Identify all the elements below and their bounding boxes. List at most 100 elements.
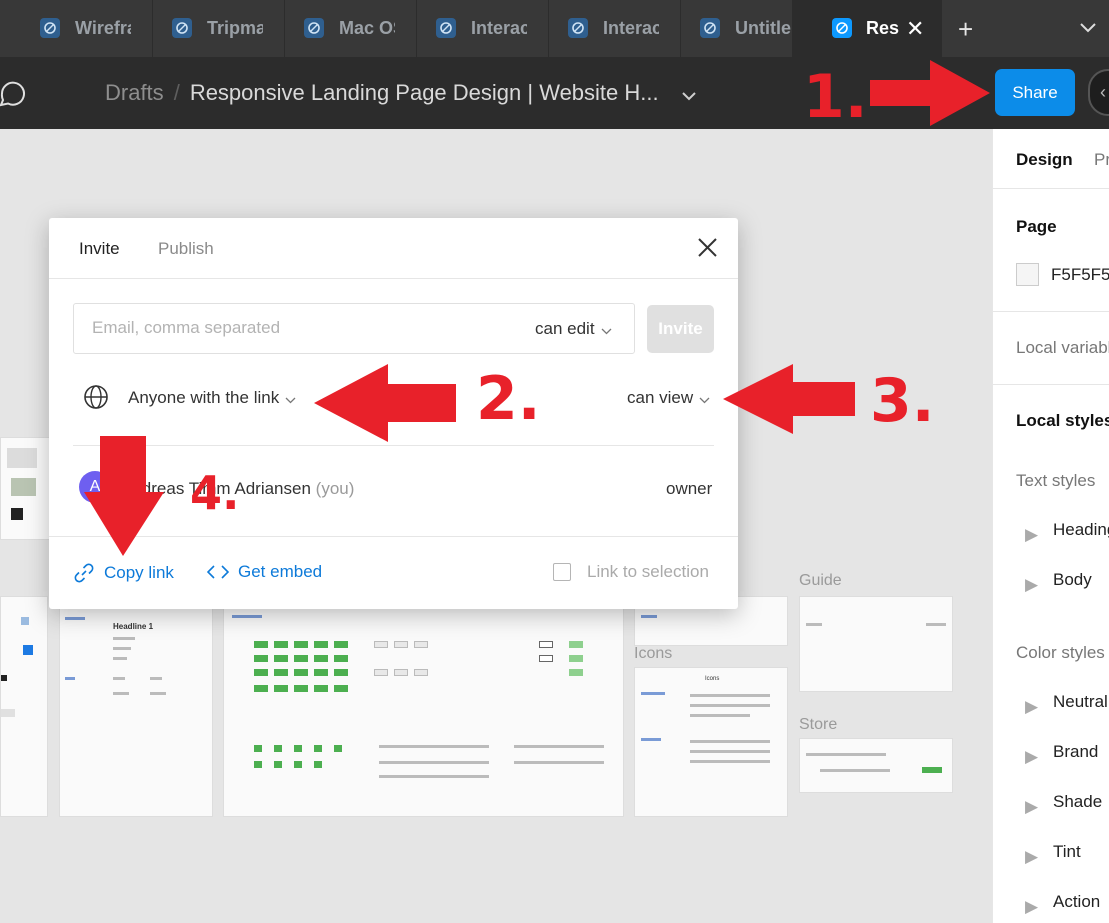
caret-right-icon[interactable]: ▶ <box>1025 697 1038 717</box>
member-you-label: (you) <box>315 479 355 498</box>
mini-button <box>274 685 288 692</box>
globe-icon <box>83 384 109 415</box>
thumbnail-line <box>113 637 135 640</box>
tab-interaction-1[interactable]: Interaction <box>396 0 549 57</box>
mini-button <box>294 641 308 648</box>
thumbnail-line <box>641 615 657 618</box>
divider <box>73 445 714 446</box>
link-access-dropdown[interactable]: Anyone with the link <box>128 388 296 409</box>
style-item-neutral[interactable]: Neutral <box>1053 692 1108 712</box>
mini-icon <box>274 745 282 752</box>
mini-button <box>569 641 583 648</box>
thumbnail-line <box>65 617 85 620</box>
share-button[interactable]: Share <box>995 69 1075 116</box>
link-to-selection-checkbox[interactable]: Link to selection <box>553 562 709 582</box>
thumbnail-line <box>820 769 890 772</box>
tab-wireframe[interactable]: Wireframe <box>0 0 153 57</box>
chevron-down-icon <box>601 320 612 340</box>
link-permission-dropdown[interactable]: can view <box>627 388 710 409</box>
thumbnail-line <box>150 692 166 695</box>
tab-publish[interactable]: Publish <box>158 239 214 259</box>
properties-panel: Design Prototype Page F5F5F5 Local varia… <box>992 129 1109 923</box>
link-permission-label: can view <box>627 388 694 407</box>
local-styles-heading: Local styles <box>1016 411 1109 430</box>
style-item-body[interactable]: Body <box>1053 570 1092 590</box>
mini-icon <box>294 745 302 752</box>
tab-responsive-active[interactable]: Responsive ✕ <box>792 0 942 57</box>
swatch <box>1 709 15 717</box>
style-item-action[interactable]: Action <box>1053 892 1100 912</box>
invite-permission-dropdown[interactable]: can edit <box>535 319 612 340</box>
tab-design[interactable]: Design <box>1016 150 1073 170</box>
comment-icon[interactable] <box>0 81 26 112</box>
swatch <box>23 645 33 655</box>
mini-button <box>294 655 308 662</box>
tab-label: Mac OS <box>339 18 395 38</box>
thumbnail-line <box>379 775 489 778</box>
mini-icon <box>334 745 342 752</box>
frame-label-store: Store <box>799 716 838 733</box>
page-color-swatch[interactable] <box>1016 263 1039 286</box>
annotation-arrow-left <box>314 364 456 442</box>
mini-button <box>314 641 328 648</box>
page-color-value[interactable]: F5F5F5 <box>1051 265 1109 285</box>
chevron-left-icon: ‹ <box>1100 82 1106 102</box>
thumbnail <box>7 448 37 468</box>
frame-label-guide: Guide <box>799 572 842 589</box>
mini-button <box>274 669 288 676</box>
thumbnail-line <box>113 677 125 680</box>
email-input[interactable] <box>92 318 472 338</box>
chevron-down-icon[interactable] <box>1080 20 1096 38</box>
tab-prototype[interactable]: Prototype <box>1094 150 1109 170</box>
present-toggle[interactable]: ‹ <box>1088 69 1109 116</box>
annotation-step-2: 2. <box>476 364 541 434</box>
style-item-heading[interactable]: Heading <box>1053 520 1109 540</box>
mini-button <box>314 685 328 692</box>
caret-right-icon[interactable]: ▶ <box>1025 797 1038 817</box>
caret-right-icon[interactable]: ▶ <box>1025 747 1038 767</box>
divider <box>49 278 738 279</box>
local-variables-link[interactable]: Local variables <box>1016 338 1109 358</box>
tab-tripmate[interactable]: Tripmate <box>132 0 285 57</box>
mini-button <box>394 669 408 676</box>
tab-interaction-2[interactable]: Interaction <box>528 0 681 57</box>
mini-button <box>334 685 348 692</box>
divider <box>993 311 1109 312</box>
components-frame <box>223 596 624 817</box>
style-item-shade[interactable]: Shade <box>1053 792 1102 812</box>
thumbnail-line <box>514 761 604 764</box>
store-frame <box>799 738 953 793</box>
caret-right-icon[interactable]: ▶ <box>1025 575 1038 595</box>
mini-button <box>254 641 268 648</box>
close-tab-icon[interactable]: ✕ <box>906 16 924 42</box>
get-embed-button[interactable]: Get embed <box>207 562 322 582</box>
style-item-tint[interactable]: Tint <box>1053 842 1081 862</box>
member-role: owner <box>666 479 713 498</box>
thumbnail-line <box>113 647 131 650</box>
thumbnail-line <box>150 677 162 680</box>
mini-button <box>414 641 428 648</box>
style-item-brand[interactable]: Brand <box>1053 742 1098 762</box>
file-title[interactable]: Responsive Landing Page Design | Website… <box>190 80 659 105</box>
swatch <box>1 675 7 681</box>
new-tab-icon[interactable]: + <box>958 14 973 45</box>
tab-mac-os[interactable]: Mac OS <box>264 0 417 57</box>
breadcrumb-drafts[interactable]: Drafts <box>105 80 164 105</box>
mini-button <box>254 669 268 676</box>
invite-button[interactable]: Invite <box>647 305 714 353</box>
chevron-down-icon[interactable] <box>682 88 696 106</box>
copy-link-button[interactable]: Copy link <box>73 562 174 584</box>
tab-untitled[interactable]: Untitled <box>660 0 813 57</box>
checkbox[interactable] <box>553 563 571 581</box>
tab-invite[interactable]: Invite <box>79 239 120 259</box>
code-icon <box>207 564 229 580</box>
mini-button <box>254 685 268 692</box>
caret-right-icon[interactable]: ▶ <box>1025 897 1038 917</box>
caret-right-icon[interactable]: ▶ <box>1025 525 1038 545</box>
tab-label: Untitled <box>735 18 791 38</box>
mini-icon <box>314 761 322 768</box>
figma-file-icon <box>832 18 852 38</box>
mini-button <box>334 641 348 648</box>
caret-right-icon[interactable]: ▶ <box>1025 847 1038 867</box>
close-icon[interactable] <box>697 237 718 263</box>
